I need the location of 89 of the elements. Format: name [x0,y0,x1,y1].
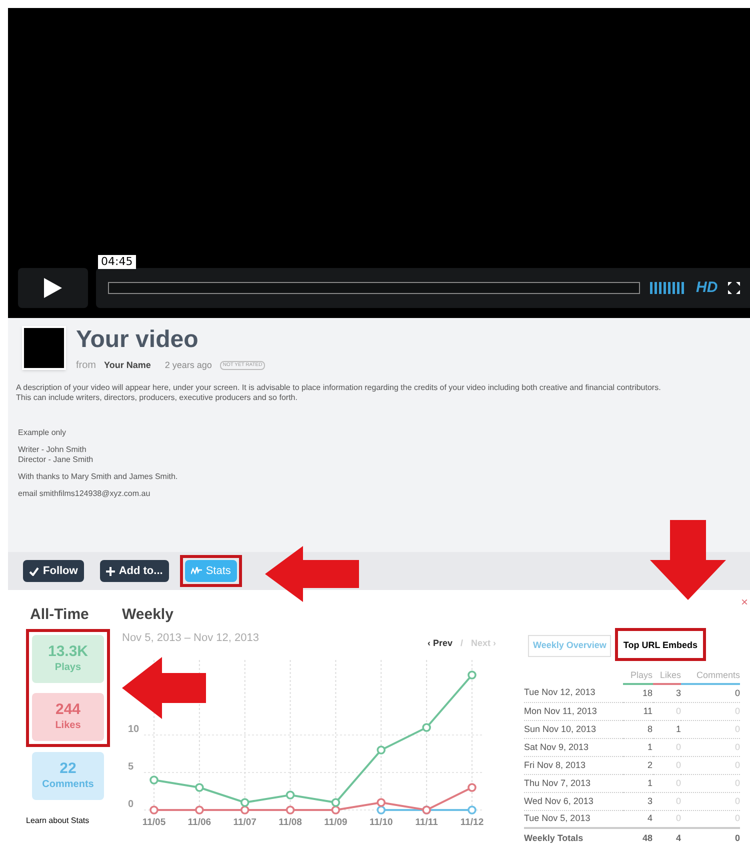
hd-label[interactable]: HD [696,276,718,300]
y-tick-label: 0 [128,799,134,810]
weekly-title: Weekly [122,605,174,625]
total-cell: 0 [681,828,740,845]
data-point [468,670,476,680]
day-cell: Sun Nov 10, 2013 [524,720,623,738]
day-cell: Wed Nov 6, 2013 [524,792,623,810]
value-cell: 1 [622,738,653,756]
description-text: Example only [18,428,68,438]
prev-link[interactable]: ‹ Prev [427,636,452,650]
fullscreen-icon[interactable] [728,282,740,294]
data-point [286,790,295,800]
stat-value: 13.3K [48,642,88,660]
upload-age: 2 years ago [164,358,212,372]
action-button[interactable]: Follow [23,560,84,582]
video-thumbnail[interactable] [22,326,66,370]
day-cell: Tue Nov 12, 2013 [524,684,623,702]
value-cell: 3 [622,792,653,810]
stat-label: Plays [54,660,82,674]
description-text: email smithfilms124938@xyz.com.au [18,489,152,499]
value-cell: 4 [622,810,653,828]
value-cell: 0 [681,684,740,702]
day-cell: Fri Nov 8, 2013 [524,756,623,774]
data-point [240,798,250,807]
play-icon [44,278,62,298]
x-tick-label: 11/07 [233,817,256,828]
all-time-title: All-Time [30,605,89,625]
data-point [331,806,340,814]
date-range: Nov 5, 2013 – Nov 12, 2013 [122,631,259,646]
data-point [195,783,204,792]
value-cell: 3 [652,684,682,702]
column-header: Likes [652,668,682,684]
data-point [376,746,386,754]
description-text: A description of your video will appear here, under your screen. It is advisable to place information regarding the credits of your video including both creative and financial contributors. [16,383,662,393]
data-point [422,723,431,732]
learn-stats-link[interactable]: Learn about Stats [26,814,90,826]
time-tooltip: 04:45 [98,255,136,269]
data-point [376,798,386,807]
value-cell: 8 [622,720,653,738]
x-tick-label: 11/05 [142,817,166,828]
data-point [331,798,340,807]
data-point [195,806,204,814]
plus-icon [106,566,115,576]
x-tick-label: 11/08 [278,817,302,828]
separator: / [460,636,463,650]
stat-value: 22 [60,760,76,776]
x-tick-label: 11/06 [188,817,212,828]
stat-label: Likes [55,718,81,732]
description-text: With thanks to Mary Smith and James Smith. [18,472,179,482]
data-point [150,806,158,814]
total-cell: 4 [652,828,682,845]
y-tick-label: 5 [128,762,134,772]
value-cell: 18 [622,684,653,702]
x-tick-label: 11/09 [324,817,348,828]
data-point [150,776,158,784]
value-cell: 11 [622,702,653,720]
data-point [286,806,295,814]
x-tick-label: 11/10 [370,817,393,828]
totals-label: Weekly Totals [524,828,623,845]
day-cell: Thu Nov 7, 2013 [524,774,623,792]
column-header: Comments [681,668,740,684]
column-header: Plays [622,668,653,684]
total-cell: 48 [622,828,653,845]
author-link[interactable]: Your Name [104,358,151,372]
data-point [376,806,386,814]
value-cell: 1 [622,774,653,792]
y-tick-label: 10 [128,724,140,735]
play-button[interactable] [18,268,88,308]
x-tick-label: 11/11 [415,817,438,828]
description-text: Writer - John Smith [18,445,88,455]
stats-icon [190,567,202,575]
day-cell: Sat Nov 9, 2013 [524,738,623,756]
description-text: This can include writers, directors, producers, executive producers and so forth. [16,393,298,403]
from-label: from [76,359,96,373]
volume-icon[interactable] [650,282,686,294]
action-button[interactable]: Add to... [100,560,169,582]
data-point [468,806,476,814]
check-icon [29,566,39,576]
stat-value: 244 [55,700,81,718]
data-point [468,783,476,792]
stat-label: Comments [42,778,94,792]
x-tick-label: 11/12 [460,817,484,828]
day-cell: Mon Nov 11, 2013 [524,702,623,720]
description-text: Director - Jane Smith [18,455,94,465]
data-point [240,806,250,814]
day-cell: Tue Nov 5, 2013 [524,810,623,828]
video-title: Your video [76,326,200,354]
value-cell: 1 [652,720,682,738]
value-cell: 2 [622,756,653,774]
